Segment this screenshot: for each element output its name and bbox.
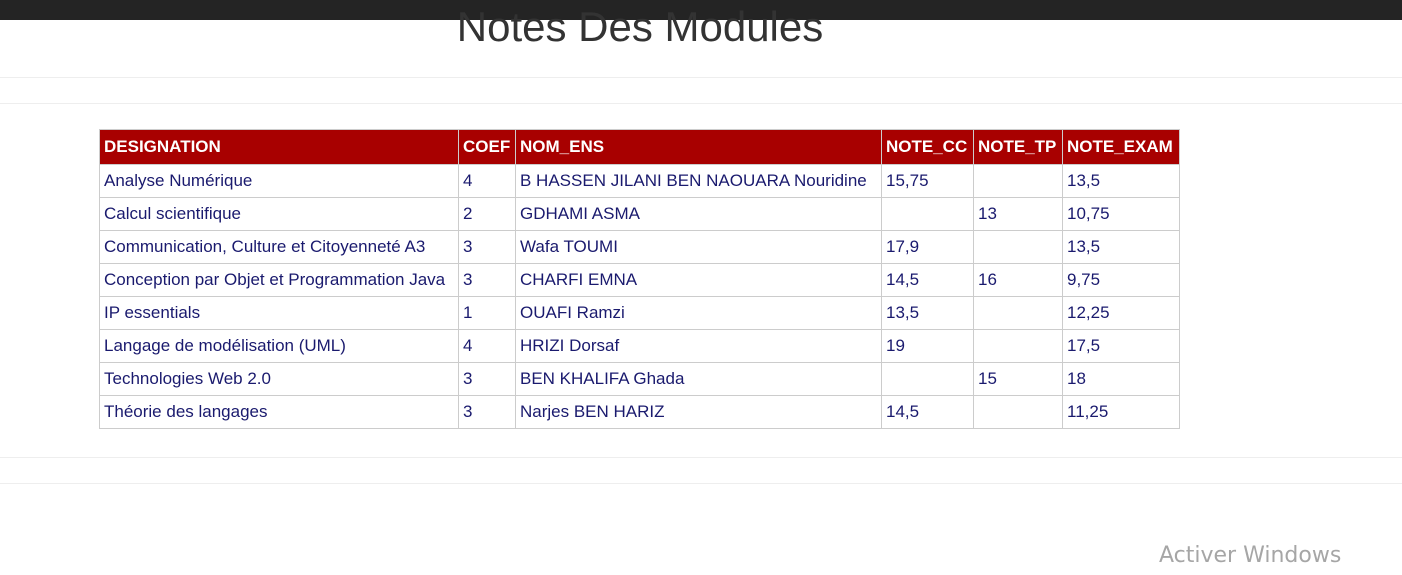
table-row: IP essentials 1 OUAFI Ramzi 13,5 12,25	[99, 296, 1180, 330]
cell-note-tp: 16	[973, 263, 1063, 297]
column-header-note-cc: NOTE_CC	[881, 129, 974, 165]
cell-note-exam: 10,75	[1062, 197, 1180, 231]
cell-coef: 4	[458, 164, 516, 198]
cell-note-cc	[881, 362, 974, 396]
table-row: Théorie des langages 3 Narjes BEN HARIZ …	[99, 395, 1180, 429]
column-header-note-tp: NOTE_TP	[973, 129, 1063, 165]
cell-note-cc	[881, 197, 974, 231]
divider	[0, 483, 1402, 484]
table-row: Langage de modélisation (UML) 4 HRIZI Do…	[99, 329, 1180, 363]
cell-coef: 3	[458, 263, 516, 297]
cell-note-cc: 19	[881, 329, 974, 363]
cell-nom-ens: Narjes BEN HARIZ	[515, 395, 882, 429]
cell-note-exam: 11,25	[1062, 395, 1180, 429]
column-header-nom-ens: NOM_ENS	[515, 129, 882, 165]
cell-designation: Communication, Culture et Citoyenneté A3	[99, 230, 459, 264]
cell-note-tp	[973, 164, 1063, 198]
table-row: Analyse Numérique 4 B HASSEN JILANI BEN …	[99, 164, 1180, 198]
cell-designation: IP essentials	[99, 296, 459, 330]
cell-nom-ens: B HASSEN JILANI BEN NAOUARA Nouridine	[515, 164, 882, 198]
cell-coef: 3	[458, 230, 516, 264]
cell-note-tp	[973, 329, 1063, 363]
divider	[0, 77, 1402, 78]
cell-note-tp: 15	[973, 362, 1063, 396]
cell-designation: Conception par Objet et Programmation Ja…	[99, 263, 459, 297]
cell-nom-ens: BEN KHALIFA Ghada	[515, 362, 882, 396]
cell-designation: Langage de modélisation (UML)	[99, 329, 459, 363]
cell-note-cc: 13,5	[881, 296, 974, 330]
divider	[0, 103, 1402, 104]
cell-note-exam: 13,5	[1062, 230, 1180, 264]
divider	[0, 457, 1402, 458]
cell-coef: 4	[458, 329, 516, 363]
cell-note-exam: 18	[1062, 362, 1180, 396]
grades-table: DESIGNATION COEF NOM_ENS NOTE_CC NOTE_TP…	[99, 129, 1180, 429]
table-header-row: DESIGNATION COEF NOM_ENS NOTE_CC NOTE_TP…	[99, 129, 1180, 165]
cell-coef: 3	[458, 362, 516, 396]
cell-note-tp	[973, 395, 1063, 429]
table-row: Communication, Culture et Citoyenneté A3…	[99, 230, 1180, 264]
cell-designation: Théorie des langages	[99, 395, 459, 429]
cell-note-exam: 13,5	[1062, 164, 1180, 198]
cell-nom-ens: CHARFI EMNA	[515, 263, 882, 297]
cell-note-cc: 15,75	[881, 164, 974, 198]
activation-watermark: Activer Windows	[1159, 543, 1342, 568]
cell-note-cc: 17,9	[881, 230, 974, 264]
cell-nom-ens: HRIZI Dorsaf	[515, 329, 882, 363]
cell-coef: 1	[458, 296, 516, 330]
cell-note-exam: 17,5	[1062, 329, 1180, 363]
table-row: Technologies Web 2.0 3 BEN KHALIFA Ghada…	[99, 362, 1180, 396]
cell-note-cc: 14,5	[881, 263, 974, 297]
column-header-note-exam: NOTE_EXAM	[1062, 129, 1180, 165]
cell-note-cc: 14,5	[881, 395, 974, 429]
cell-note-tp	[973, 230, 1063, 264]
table-row: Conception par Objet et Programmation Ja…	[99, 263, 1180, 297]
cell-nom-ens: Wafa TOUMI	[515, 230, 882, 264]
column-header-designation: DESIGNATION	[99, 129, 459, 165]
cell-designation: Calcul scientifique	[99, 197, 459, 231]
cell-note-tp: 13	[973, 197, 1063, 231]
cell-coef: 2	[458, 197, 516, 231]
cell-nom-ens: OUAFI Ramzi	[515, 296, 882, 330]
cell-designation: Technologies Web 2.0	[99, 362, 459, 396]
cell-note-exam: 12,25	[1062, 296, 1180, 330]
table-row: Calcul scientifique 2 GDHAMI ASMA 13 10,…	[99, 197, 1180, 231]
column-header-coef: COEF	[458, 129, 516, 165]
cell-coef: 3	[458, 395, 516, 429]
cell-note-exam: 9,75	[1062, 263, 1180, 297]
page-title: Notes Des Modules	[456, 3, 824, 50]
cell-note-tp	[973, 296, 1063, 330]
cell-nom-ens: GDHAMI ASMA	[515, 197, 882, 231]
cell-designation: Analyse Numérique	[99, 164, 459, 198]
